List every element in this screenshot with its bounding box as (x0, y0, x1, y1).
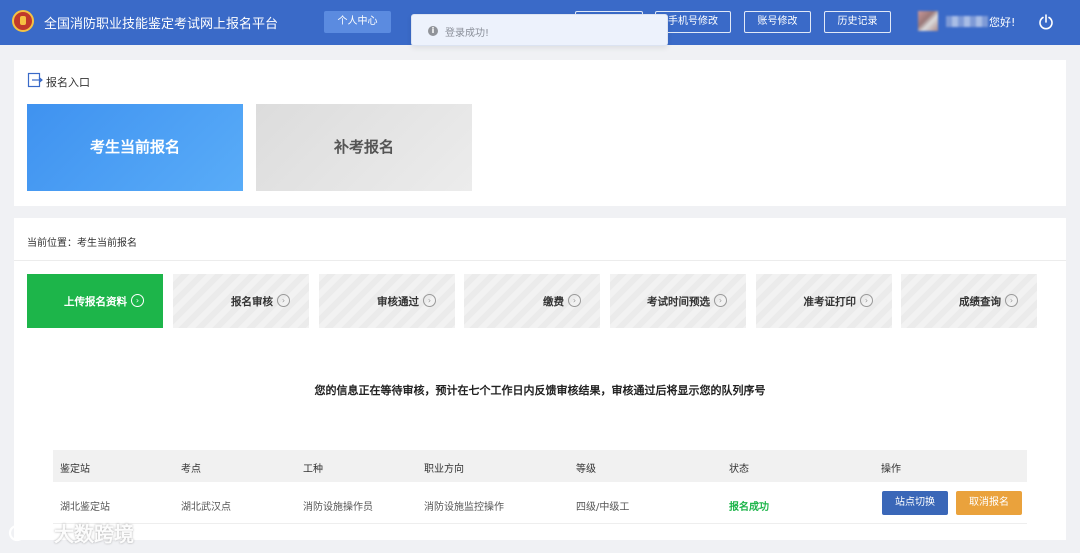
greeting-text: 您好! (989, 16, 1016, 29)
step-label: 审核通过 (377, 296, 419, 308)
step-label: 考试时间预选 (647, 296, 710, 308)
breadcrumb: 当前位置：考生当前报名 (27, 238, 137, 249)
step-label: 准考证打印 (803, 296, 857, 308)
entry-icon (27, 72, 43, 88)
current-registration-card[interactable]: 考生当前报名 (27, 104, 243, 191)
column-header: 操作 (881, 464, 901, 475)
cell-level: 四级/中级工 (576, 502, 630, 513)
cell-direction: 消防设施监控操作 (424, 502, 504, 513)
chevron-right-icon: › (714, 294, 727, 307)
account-change-button[interactable]: 账号修改 (744, 11, 811, 33)
toast-message: 登录成功! (445, 28, 490, 39)
cell-job-type: 消防设施操作员 (303, 502, 373, 513)
avatar[interactable] (918, 11, 938, 31)
review-notice: 您的信息正在等待审核，预计在七个工作日内反馈审核结果，审核通过后将显示您的队列序… (314, 384, 766, 397)
divider (14, 260, 1066, 261)
registration-progress-panel: 当前位置：考生当前报名 上传报名资料 › 报名审核 › 审核通过 › 缴费 › … (14, 218, 1066, 540)
step-label: 成绩查询 (959, 296, 1001, 308)
column-header: 考点 (181, 464, 201, 475)
step-label: 缴费 (543, 296, 564, 308)
cancel-registration-button[interactable]: 取消报名 (956, 491, 1022, 515)
personal-center-button[interactable]: 个人中心 (324, 11, 391, 33)
column-header: 职业方向 (424, 464, 464, 475)
chevron-right-icon: › (423, 294, 436, 307)
step-review-passed[interactable]: 审核通过 › (319, 274, 455, 328)
chevron-right-icon: › (568, 294, 581, 307)
cell-station: 湖北鉴定站 (60, 502, 110, 513)
info-icon: i (428, 26, 438, 36)
fire-emblem-icon (12, 10, 34, 32)
column-header: 等级 (576, 464, 596, 475)
column-header: 工种 (303, 464, 323, 475)
chevron-right-icon: › (277, 294, 290, 307)
column-header: 状态 (729, 464, 749, 475)
username-blurred (946, 16, 988, 27)
site-title: 全国消防职业技能鉴定考试网上报名平台 (44, 17, 279, 32)
step-admission-print[interactable]: 准考证打印 › (756, 274, 892, 328)
login-success-toast: i 登录成功! (411, 14, 668, 46)
registration-entry-panel: 报名入口 考生当前报名 补考报名 (14, 60, 1066, 206)
chevron-right-icon: › (1005, 294, 1018, 307)
makeup-registration-card[interactable]: 补考报名 (256, 104, 472, 191)
step-upload-materials[interactable]: 上传报名资料 › (27, 274, 163, 328)
step-payment[interactable]: 缴费 › (464, 274, 600, 328)
entry-label: 报名入口 (46, 76, 90, 89)
watermark-text: 大数跨境 (54, 522, 134, 546)
step-label: 上传报名资料 (64, 296, 127, 308)
watermark-logo-icon (8, 521, 48, 542)
step-registration-review[interactable]: 报名审核 › (173, 274, 309, 328)
step-label: 报名审核 (231, 296, 273, 308)
chevron-right-icon: › (860, 294, 873, 307)
table-row: 湖北鉴定站 湖北武汉点 消防设施操作员 消防设施监控操作 四级/中级工 报名成功… (53, 486, 1027, 524)
step-score-query[interactable]: 成绩查询 › (901, 274, 1037, 328)
status-badge: 报名成功 (729, 502, 769, 513)
step-exam-time-preselect[interactable]: 考试时间预选 › (610, 274, 746, 328)
table-header: 鉴定站 考点 工种 职业方向 等级 状态 操作 (53, 450, 1027, 482)
chevron-right-icon: › (131, 294, 144, 307)
column-header: 鉴定站 (60, 464, 90, 475)
switch-site-button[interactable]: 站点切换 (882, 491, 948, 515)
history-button[interactable]: 历史记录 (824, 11, 891, 33)
power-icon[interactable] (1037, 13, 1055, 31)
cell-exam-site: 湖北武汉点 (181, 502, 231, 513)
